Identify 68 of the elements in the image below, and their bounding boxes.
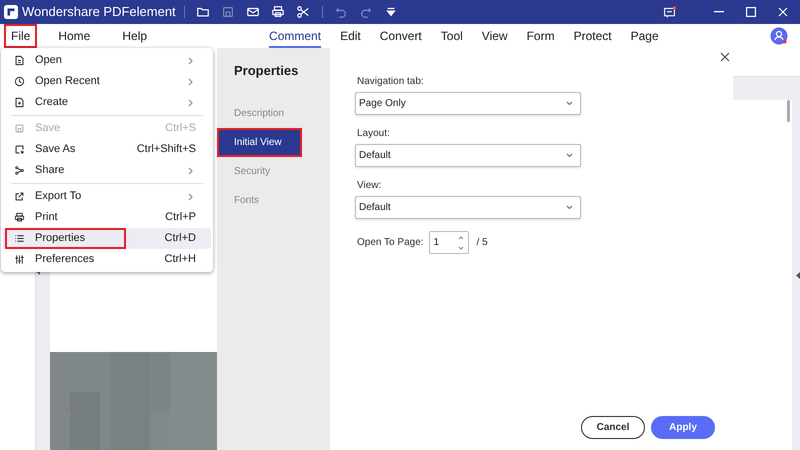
mail-icon bbox=[246, 5, 260, 19]
save-as-icon bbox=[14, 144, 24, 155]
share-icon bbox=[14, 165, 24, 176]
menu-item[interactable]: Create bbox=[3, 92, 211, 113]
save-icon bbox=[221, 5, 236, 19]
close-button[interactable] bbox=[718, 50, 732, 64]
field-label: Open To Page: bbox=[357, 236, 424, 250]
field-label: Navigation tab: bbox=[357, 75, 425, 89]
chevron-right-icon bbox=[188, 166, 193, 174]
menu-item[interactable]: Home bbox=[53, 26, 96, 46]
close-icon bbox=[720, 52, 730, 62]
menu-item[interactable]: Preferences Ctrl+H bbox=[3, 249, 211, 270]
dropdown[interactable]: Default bbox=[355, 144, 581, 167]
menu-item[interactable]: Export To bbox=[3, 186, 211, 207]
menu-item[interactable]: Open Recent bbox=[3, 71, 211, 92]
print-icon bbox=[271, 5, 286, 19]
dropdown[interactable]: Page Only bbox=[355, 92, 581, 115]
add-document-icon bbox=[14, 97, 24, 108]
apply-button[interactable]: Apply bbox=[651, 416, 715, 439]
scrollbar-thumb[interactable] bbox=[786, 100, 790, 122]
chevron-down-icon bbox=[566, 101, 573, 106]
app-logo-icon bbox=[4, 5, 18, 19]
message-icon bbox=[662, 6, 676, 18]
list-icon bbox=[14, 233, 24, 244]
page-number-spinner[interactable]: 1 bbox=[428, 231, 469, 254]
chevron-right-icon bbox=[188, 78, 193, 86]
ribbon-tab[interactable]: Tool bbox=[440, 24, 463, 48]
menu-item[interactable]: Help bbox=[117, 26, 152, 46]
menu-item[interactable]: Save As Ctrl+Shift+S bbox=[3, 139, 211, 160]
cancel-button[interactable]: Cancel bbox=[581, 416, 645, 439]
minimize-icon bbox=[714, 11, 724, 13]
maximize-icon bbox=[746, 7, 756, 17]
clock-icon bbox=[14, 76, 24, 87]
spinner-arrows-icon bbox=[458, 234, 464, 250]
chevron-down-icon bbox=[566, 153, 573, 158]
nav-item[interactable]: Initial View bbox=[217, 128, 302, 156]
menu-item[interactable]: Properties Ctrl+D bbox=[3, 228, 211, 249]
dropdown-icon bbox=[384, 5, 398, 19]
page-count: / 5 bbox=[476, 236, 488, 250]
folder-icon bbox=[196, 5, 210, 19]
ribbon-tab[interactable]: Convert bbox=[380, 24, 422, 48]
avatar-icon[interactable] bbox=[770, 27, 788, 45]
field-label: View: bbox=[357, 179, 382, 193]
chevron-right-icon bbox=[188, 192, 193, 200]
document-icon bbox=[14, 55, 24, 66]
save-icon bbox=[14, 123, 24, 134]
chevron-right-icon bbox=[188, 98, 193, 106]
print-icon bbox=[14, 212, 24, 223]
close-icon bbox=[778, 7, 788, 17]
menu-item[interactable]: Share bbox=[3, 160, 211, 181]
ribbon-tab[interactable]: Page bbox=[630, 24, 659, 48]
scissors-icon bbox=[296, 5, 310, 19]
sliders-icon bbox=[14, 254, 24, 265]
dialog-title: Properties bbox=[234, 62, 300, 80]
ribbon-tab[interactable]: Edit bbox=[340, 24, 361, 48]
chevron-down-icon bbox=[566, 205, 573, 210]
menu-item[interactable]: Print Ctrl+P bbox=[3, 207, 211, 228]
menu-item[interactable]: File bbox=[6, 26, 36, 46]
field-label: Layout: bbox=[357, 127, 391, 141]
dropdown[interactable]: Default bbox=[355, 196, 581, 219]
collapse-arrow-icon[interactable] bbox=[796, 272, 800, 279]
menu-item[interactable]: Open bbox=[3, 50, 211, 71]
window-title: Wondershare PDFelement bbox=[22, 3, 176, 22]
export-icon bbox=[14, 191, 24, 202]
ribbon-tab[interactable]: Protect bbox=[574, 24, 612, 48]
chevron-right-icon bbox=[188, 56, 193, 64]
ribbon-tab[interactable]: Form bbox=[526, 24, 555, 48]
ribbon-tab[interactable]: View bbox=[482, 24, 508, 48]
